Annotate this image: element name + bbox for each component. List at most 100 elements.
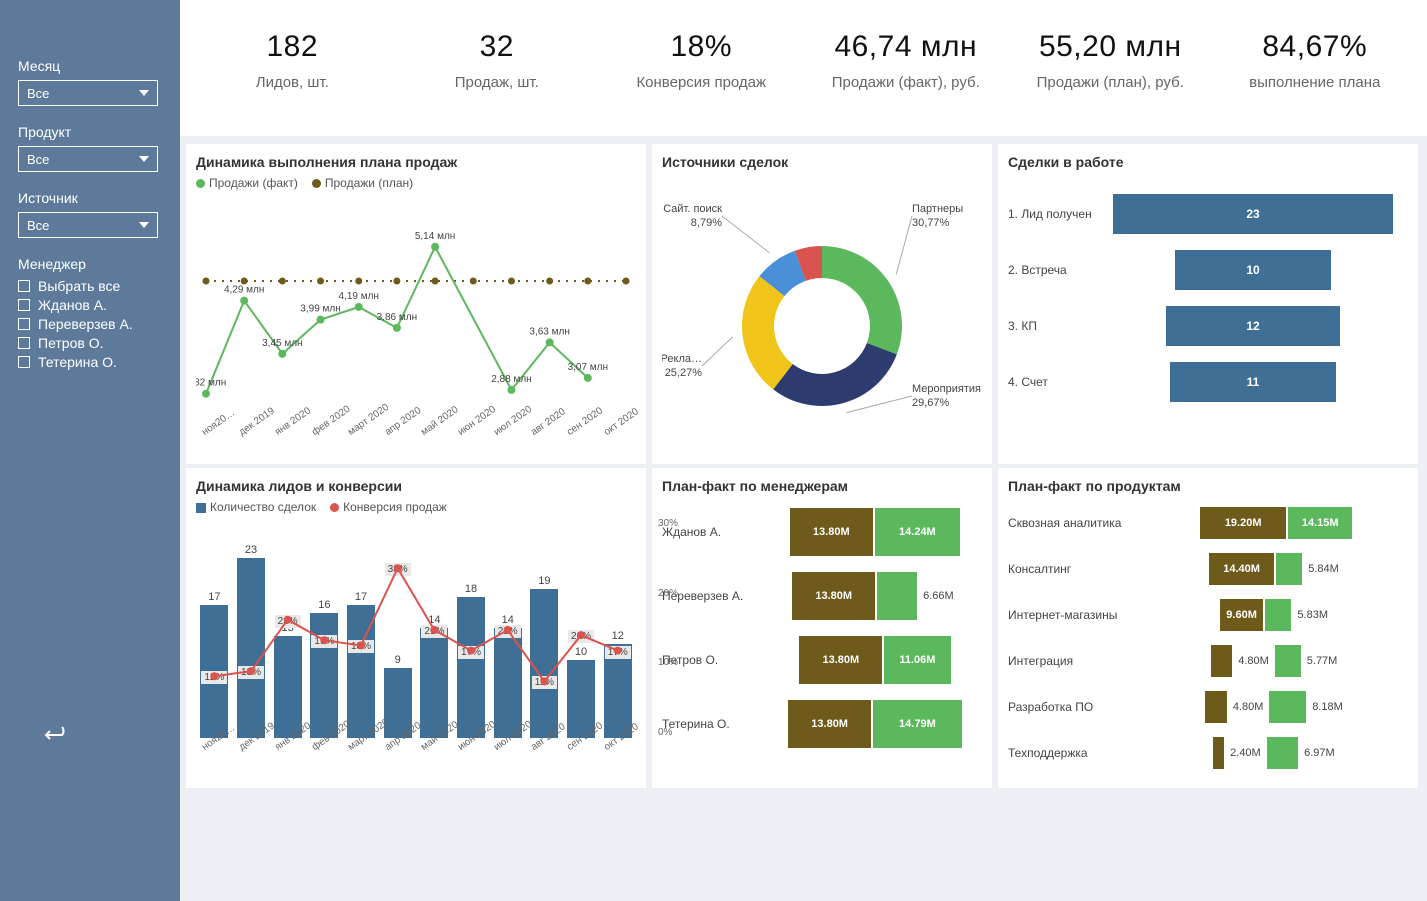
manager-checkbox[interactable]: Петров О. bbox=[18, 335, 168, 351]
kpi-card: 182 Лидов, шт. bbox=[190, 30, 395, 126]
panel-plan-dynamics: Динамика выполнения плана продаж Продажи… bbox=[186, 144, 646, 464]
filter-label: Месяц bbox=[18, 58, 168, 74]
kpi-label: Лидов, шт. bbox=[190, 74, 395, 91]
manager-checkbox[interactable]: Переверзев А. bbox=[18, 316, 168, 332]
kpi-row: 182 Лидов, шт.32 Продаж, шт. 18% Конверсия п… bbox=[180, 0, 1427, 140]
funnel-bar: 12 bbox=[1166, 306, 1341, 346]
kpi-label: Продаж, шт. bbox=[395, 74, 600, 91]
leads-bar: 1217% bbox=[601, 630, 634, 738]
leads-bar: 1323% bbox=[271, 622, 304, 738]
legend: Продажи (факт) Продажи (план) bbox=[196, 176, 636, 190]
panel-pipeline: Сделки в работе 1. Лид получен232. Встре… bbox=[998, 144, 1418, 464]
svg-text:2,82 млн: 2,82 млн bbox=[196, 378, 226, 389]
plan-fact-row: Сквозная аналитика 19.20M 14.15M bbox=[1008, 500, 1408, 546]
checkbox-icon bbox=[18, 280, 30, 292]
leads-bar: 1619% bbox=[308, 599, 341, 738]
plan-fact-row: Тетерина О. 13.80M 14.79M bbox=[662, 692, 982, 756]
funnel-row: 2. Встреча10 bbox=[1008, 242, 1408, 298]
filter-label: Источник bbox=[18, 190, 168, 206]
filter-select[interactable]: Все bbox=[18, 212, 158, 238]
chart-sources-donut: Партнеры 30,77% Мероприятия 29,67% Рекла… 25,… bbox=[662, 176, 982, 456]
filter-select[interactable]: Все bbox=[18, 146, 158, 172]
kpi-value: 55,20 млн bbox=[1008, 30, 1213, 64]
svg-text:30,77%: 30,77% bbox=[912, 217, 950, 229]
kpi-card: 55,20 млн Продажи (план), руб. bbox=[1008, 30, 1213, 126]
leads-bar: 1718% bbox=[345, 591, 378, 738]
kpi-card: 18% Конверсия продаж bbox=[599, 30, 804, 126]
panel-title: Динамика лидов и конверсии bbox=[196, 478, 636, 494]
manager-checkbox[interactable]: Тетерина О. bbox=[18, 354, 168, 370]
kpi-label: Продажи (факт), руб. bbox=[804, 74, 1009, 91]
legend: Количество сделок Конверсия продаж bbox=[196, 500, 636, 514]
filter-select[interactable]: Все bbox=[18, 80, 158, 106]
chevron-down-icon bbox=[139, 222, 149, 228]
kpi-label: Конверсия продаж bbox=[599, 74, 804, 91]
checkbox-icon bbox=[18, 299, 30, 311]
checkbox-icon bbox=[18, 356, 30, 368]
plan-fact-row: Интернет-магазины 9.60M 5.83M bbox=[1008, 592, 1408, 638]
svg-text:5,14 млн: 5,14 млн bbox=[415, 231, 455, 242]
svg-text:Рекла…: Рекла… bbox=[662, 353, 702, 365]
kpi-card: 46,74 млн Продажи (факт), руб. bbox=[804, 30, 1009, 126]
main: 182 Лидов, шт.32 Продаж, шт. 18% Конверсия п… bbox=[180, 0, 1427, 901]
svg-text:25,27%: 25,27% bbox=[665, 367, 703, 379]
svg-text:2,88 млн: 2,88 млн bbox=[491, 374, 531, 385]
plan-fact-row: Техподдержка 2.40M 6.97M bbox=[1008, 730, 1408, 776]
funnel-row: 1. Лид получен23 bbox=[1008, 186, 1408, 242]
funnel-bar: 11 bbox=[1170, 362, 1335, 402]
panel-title: План-факт по продуктам bbox=[1008, 478, 1408, 494]
svg-text:3,86 млн: 3,86 млн bbox=[377, 312, 417, 323]
svg-text:4,19 млн: 4,19 млн bbox=[338, 291, 378, 302]
manager-filter-label: Менеджер bbox=[18, 256, 168, 272]
checkbox-icon bbox=[18, 337, 30, 349]
panel-leads-conversion: Динамика лидов и конверсии Количество сд… bbox=[186, 468, 646, 788]
kpi-value: 46,74 млн bbox=[804, 30, 1009, 64]
kpi-value: 18% bbox=[599, 30, 804, 64]
svg-text:Сайт. поиск: Сайт. поиск bbox=[663, 203, 722, 215]
sidebar: Месяц Все Продукт Все Источник Все Менеджер В… bbox=[0, 0, 180, 901]
back-icon[interactable] bbox=[40, 724, 68, 751]
svg-text:29,67%: 29,67% bbox=[912, 397, 950, 409]
chevron-down-icon bbox=[139, 156, 149, 162]
chevron-down-icon bbox=[139, 90, 149, 96]
panel-title: Источники сделок bbox=[662, 154, 982, 170]
manager-checkbox[interactable]: Жданов А. bbox=[18, 297, 168, 313]
leads-bar: 1712% bbox=[198, 591, 231, 738]
leads-bar: 1421% bbox=[491, 614, 524, 738]
kpi-value: 32 bbox=[395, 30, 600, 64]
panel-title: Динамика выполнения плана продаж bbox=[196, 154, 636, 170]
funnel-row: 4. Счет11 bbox=[1008, 354, 1408, 410]
manager-checkbox[interactable]: Выбрать все bbox=[18, 278, 168, 294]
plan-fact-row: Жданов А. 13.80M 14.24M bbox=[662, 500, 982, 564]
leads-bar: 1817% bbox=[455, 583, 488, 738]
svg-text:4,29 млн: 4,29 млн bbox=[224, 285, 264, 296]
svg-text:8,79%: 8,79% bbox=[691, 217, 722, 229]
svg-text:Партнеры: Партнеры bbox=[912, 203, 963, 215]
panel-products: План-факт по продуктам Сквозная аналитик… bbox=[998, 468, 1418, 788]
svg-text:3,07 млн: 3,07 млн bbox=[568, 362, 608, 373]
svg-text:3,99 млн: 3,99 млн bbox=[300, 304, 340, 315]
kpi-value: 182 bbox=[190, 30, 395, 64]
svg-text:Мероприятия: Мероприятия bbox=[912, 383, 981, 395]
checkbox-icon bbox=[18, 318, 30, 330]
filter-label: Продукт bbox=[18, 124, 168, 140]
kpi-value: 84,67% bbox=[1213, 30, 1418, 64]
leads-bar: 1911% bbox=[528, 575, 561, 738]
kpi-label: выполнение плана bbox=[1213, 74, 1418, 91]
plan-fact-row: Консалтинг 14.40M 5.84M bbox=[1008, 546, 1408, 592]
funnel-bar: 10 bbox=[1175, 250, 1331, 290]
plan-fact-row: Разработка ПО 4.80M 8.18M bbox=[1008, 684, 1408, 730]
plan-fact-row: Переверзев А. 13.80M 6.66M bbox=[662, 564, 982, 628]
chart-plan-dynamics: 2,82 млн 4,29 млн 3,45 млн 3,99 млн 4,19 млн… bbox=[196, 194, 636, 424]
kpi-label: Продажи (план), руб. bbox=[1008, 74, 1213, 91]
chart-leads-bars: 1712%2313%1323%1619%1718%933%1421%1817%1… bbox=[196, 518, 636, 738]
leads-bar: 1421% bbox=[418, 614, 451, 738]
panel-sources: Источники сделок Партнеры 30,77% Мероприят… bbox=[652, 144, 992, 464]
svg-text:3,63 млн: 3,63 млн bbox=[529, 326, 569, 337]
funnel-bar: 23 bbox=[1113, 194, 1393, 234]
svg-text:3,45 млн: 3,45 млн bbox=[262, 338, 302, 349]
panel-title: Сделки в работе bbox=[1008, 154, 1408, 170]
kpi-card: 32 Продаж, шт. bbox=[395, 30, 600, 126]
leads-bar: 2313% bbox=[235, 544, 268, 738]
kpi-card: 84,67% выполнение плана bbox=[1213, 30, 1418, 126]
